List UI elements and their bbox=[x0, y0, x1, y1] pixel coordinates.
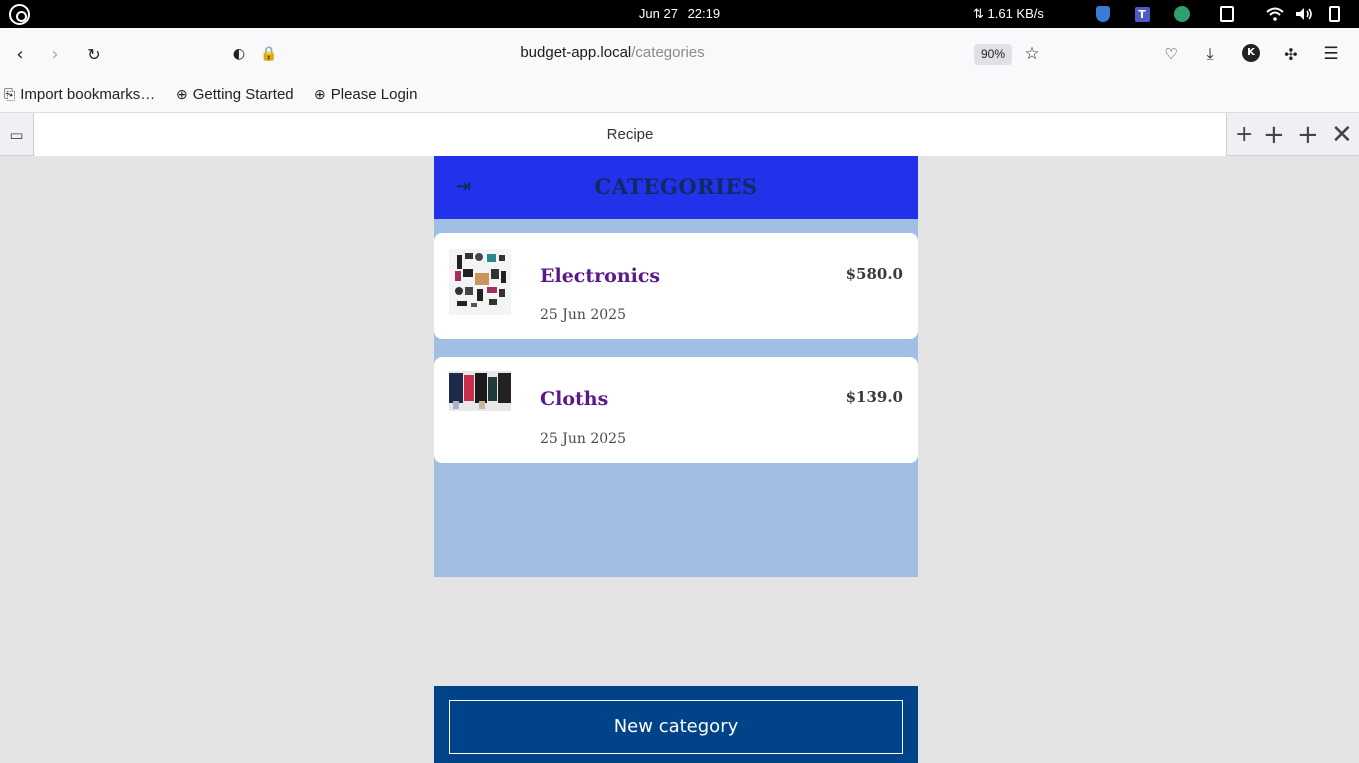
tab-tools: + + + ✕ bbox=[1226, 113, 1359, 156]
clock[interactable]: Jun 27 22:19 bbox=[0, 6, 1359, 21]
category-date: 25 Jun 2025 bbox=[540, 307, 626, 323]
bookmark-getting-started[interactable]: ⊕ Getting Started bbox=[176, 83, 294, 105]
globe-icon: ⊕ bbox=[314, 85, 326, 102]
category-card-cloths[interactable]: Cloths 25 Jun 2025 $139.0 bbox=[434, 357, 918, 463]
network-speed: ⇅ 1.61 KB/s bbox=[973, 6, 1044, 21]
bookmark-star-icon[interactable]: ☆ bbox=[1020, 42, 1044, 66]
download-icon[interactable]: ⤓ bbox=[1198, 42, 1222, 66]
account-avatar[interactable]: K bbox=[1242, 44, 1260, 62]
new-tab-icon[interactable]: + bbox=[1235, 124, 1253, 146]
bookmark-label: Import bookmarks… bbox=[20, 85, 156, 103]
teams-tray-icon[interactable]: T bbox=[1133, 5, 1151, 23]
url-host: budget-app.local bbox=[520, 44, 632, 61]
browser-toolbar: ‹ › ↻ ◐ 🔒 budget-app.local/categories 90… bbox=[0, 28, 1359, 80]
clock-time: 22:19 bbox=[687, 6, 721, 21]
app-header: ⇥ CATEGORIES bbox=[434, 156, 918, 219]
app-tray-icon[interactable] bbox=[1173, 5, 1191, 23]
bookmark-import[interactable]: ⎘ Import bookmarks… bbox=[4, 83, 155, 105]
category-image bbox=[449, 371, 511, 411]
category-total: $580.0 bbox=[845, 265, 903, 283]
clock-date: Jun 27 bbox=[638, 6, 678, 21]
tab-overview-icon[interactable]: ▭ bbox=[0, 113, 34, 156]
bookmark-label: Getting Started bbox=[192, 85, 294, 103]
bookmark-please-login[interactable]: ⊕ Please Login bbox=[314, 83, 417, 105]
crosshair-dot-icon[interactable]: + bbox=[1297, 122, 1319, 148]
url-path: /categories bbox=[631, 44, 705, 61]
app-footer: New category bbox=[434, 686, 918, 763]
crosshair-icon[interactable]: + bbox=[1263, 122, 1285, 148]
menu-icon[interactable]: ☰ bbox=[1319, 42, 1343, 66]
zoom-level[interactable]: 90% bbox=[974, 44, 1012, 65]
app-container: ⇥ CATEGORIES Electronics 25 Jun 2025 $58… bbox=[434, 156, 918, 577]
category-total: $139.0 bbox=[845, 388, 903, 406]
volume-icon[interactable] bbox=[1295, 5, 1313, 23]
wifi-icon[interactable] bbox=[1266, 5, 1284, 23]
bookmark-label: Please Login bbox=[330, 85, 418, 103]
tab-recipe[interactable]: Recipe bbox=[34, 113, 1226, 156]
crosshair-star-icon[interactable]: ✕ bbox=[1331, 122, 1353, 148]
tab-strip: ▭ Recipe + + + ✕ bbox=[0, 112, 1359, 156]
category-card-electronics[interactable]: Electronics 25 Jun 2025 $580.0 bbox=[434, 233, 918, 339]
os-top-bar: Jun 27 22:19 ⇅ 1.61 KB/s T bbox=[0, 0, 1359, 28]
import-icon: ⎘ bbox=[4, 85, 16, 102]
category-name[interactable]: Cloths bbox=[540, 388, 608, 410]
pocket-icon[interactable]: ♡ bbox=[1159, 42, 1183, 66]
battery-icon[interactable] bbox=[1325, 5, 1343, 23]
category-date: 25 Jun 2025 bbox=[540, 431, 626, 447]
bookmarks-bar: ⎘ Import bookmarks… ⊕ Getting Started ⊕ … bbox=[0, 80, 1359, 112]
globe-icon: ⊕ bbox=[176, 85, 188, 102]
new-category-button[interactable]: New category bbox=[449, 700, 903, 754]
shield-tray-icon[interactable] bbox=[1094, 5, 1112, 23]
clipboard-tray-icon[interactable] bbox=[1218, 5, 1236, 23]
category-name[interactable]: Electronics bbox=[540, 265, 660, 287]
extensions-icon[interactable]: ✣ bbox=[1279, 42, 1303, 66]
page-title: CATEGORIES bbox=[594, 174, 758, 199]
category-image bbox=[449, 249, 511, 315]
